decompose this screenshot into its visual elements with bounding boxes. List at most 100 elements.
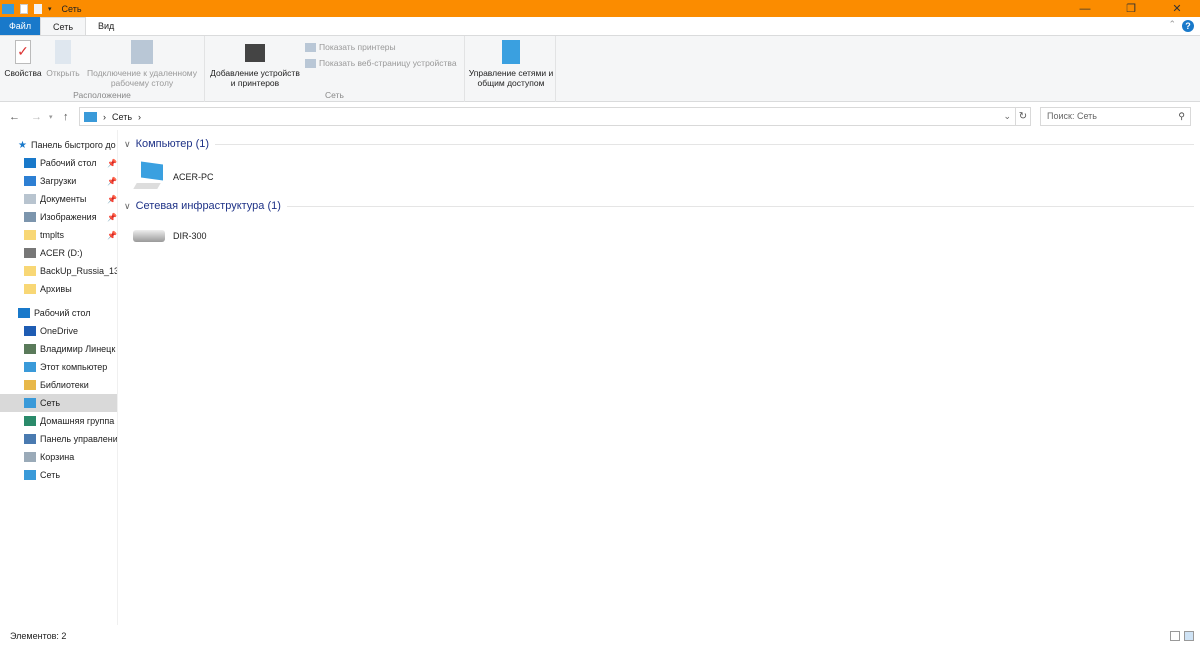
large-icons-view-button[interactable]: [1184, 631, 1194, 641]
remote-desktop-icon: [131, 40, 153, 64]
title-bar: ▾ Сеть — ❐ ✕: [0, 0, 1200, 17]
status-bar: Элементов: 2: [0, 627, 1200, 645]
group-location: ✓ Свойства Открыть Подключение к удаленн…: [0, 36, 205, 102]
collapse-ribbon-icon[interactable]: ⌃: [1168, 19, 1176, 30]
folder-icon: [24, 380, 36, 390]
chevron-down-icon: ∨: [124, 200, 131, 211]
desktop-icon: [18, 308, 30, 318]
window-title: Сеть: [61, 3, 82, 14]
show-device-webpage-button[interactable]: Показать веб-страницу устройства: [305, 58, 457, 68]
nav-item-label: Рабочий стол: [40, 158, 97, 168]
nav-item-label: ACER (D:): [40, 248, 83, 258]
nav-item-label: Архивы: [40, 284, 72, 294]
tab-file[interactable]: Файл: [0, 17, 40, 35]
tab-network[interactable]: Сеть: [40, 17, 87, 35]
forward-button[interactable]: →: [31, 111, 42, 123]
tab-view[interactable]: Вид: [86, 17, 126, 35]
address-bar[interactable]: › Сеть › ⌄: [79, 107, 1016, 126]
folder-icon: [24, 362, 36, 372]
group-network: Добавление устройств и принтеров Показат…: [205, 36, 465, 102]
ribbon-tabs: Файл Сеть Вид ⌃ ?: [0, 17, 1200, 35]
remote-desktop-button[interactable]: Подключение к удаленному рабочему столу: [84, 40, 200, 88]
group-header-computer[interactable]: ∨ Компьютер (1): [124, 138, 1194, 150]
nav-quick-access[interactable]: ★ Панель быстрого до: [0, 136, 117, 154]
nav-item-label: Панель управлени: [40, 434, 118, 444]
recent-locations-button[interactable]: ▾: [49, 113, 53, 121]
breadcrumb-network[interactable]: Сеть: [112, 112, 132, 122]
customize-quick-access-icon[interactable]: ▾: [48, 5, 52, 13]
up-button[interactable]: ↑: [63, 111, 69, 123]
nav-item[interactable]: Владимир Линецк: [0, 340, 117, 358]
folder-icon: [24, 452, 36, 462]
group-header-network-infrastructure[interactable]: ∨ Сетевая инфраструктура (1): [124, 200, 1194, 212]
nav-desktop[interactable]: Рабочий стол: [0, 304, 117, 322]
maximize-button[interactable]: ❐: [1108, 0, 1154, 17]
pin-icon[interactable]: 📌: [107, 159, 117, 168]
nav-item[interactable]: Рабочий стол 📌: [0, 154, 117, 172]
properties-button[interactable]: ✓ Свойства: [4, 40, 42, 78]
folder-icon: [24, 416, 36, 426]
nav-item-label: Документы: [40, 194, 87, 204]
nav-item-label: Корзина: [40, 452, 75, 462]
nav-item-label: Сеть: [40, 398, 61, 408]
nav-item[interactable]: Архивы: [0, 280, 117, 298]
nav-item[interactable]: Этот компьютер: [0, 358, 117, 376]
pin-icon[interactable]: 📌: [107, 195, 117, 204]
file-list: ∨ Компьютер (1) ACER-PC ∨ Сетевая инфрас…: [119, 130, 1200, 625]
nav-item[interactable]: OneDrive: [0, 322, 117, 340]
nav-item-label: BackUp_Russia_130: [40, 266, 118, 276]
nav-item[interactable]: tmplts 📌: [0, 226, 117, 244]
nav-item[interactable]: Панель управлени: [0, 430, 117, 448]
printers-icon: [305, 42, 316, 52]
folder-icon: [24, 326, 36, 336]
nav-item-label: Сеть: [40, 470, 61, 480]
nav-item[interactable]: Документы 📌: [0, 190, 117, 208]
nav-item[interactable]: Сеть: [0, 466, 117, 484]
folder-icon: [24, 158, 36, 168]
nav-item[interactable]: Библиотеки: [0, 376, 117, 394]
nav-item-label: Библиотеки: [40, 380, 89, 390]
router-icon: [133, 230, 165, 242]
network-icon: [84, 111, 97, 122]
list-item[interactable]: ACER-PC: [133, 161, 214, 191]
nav-item-label: Владимир Линецк: [40, 344, 116, 354]
new-folder-quick-icon[interactable]: [34, 3, 42, 14]
folder-icon: [24, 434, 36, 444]
search-input[interactable]: Поиск: Сеть ⚲: [1040, 107, 1191, 126]
folder-icon: [24, 470, 36, 480]
properties-quick-icon[interactable]: [20, 3, 28, 14]
ribbon: ✓ Свойства Открыть Подключение к удаленн…: [0, 35, 1200, 102]
close-button[interactable]: ✕: [1154, 0, 1200, 17]
details-view-button[interactable]: [1170, 631, 1180, 641]
webpage-icon: [305, 58, 316, 68]
pin-icon[interactable]: 📌: [107, 213, 117, 222]
nav-item[interactable]: ACER (D:): [0, 244, 117, 262]
folder-icon: [24, 266, 36, 276]
network-sharing-center-button[interactable]: Управление сетями и общим доступом: [467, 40, 555, 88]
nav-item[interactable]: Сеть: [0, 394, 117, 412]
nav-item[interactable]: Домашняя группа: [0, 412, 117, 430]
minimize-button[interactable]: —: [1062, 0, 1108, 17]
help-icon[interactable]: ?: [1182, 20, 1194, 32]
address-dropdown-icon[interactable]: ⌄: [1003, 111, 1011, 122]
nav-item[interactable]: Корзина: [0, 448, 117, 466]
nav-item-label: OneDrive: [40, 326, 79, 336]
printer-icon: [245, 44, 265, 62]
open-button[interactable]: Открыть: [44, 40, 82, 78]
back-button[interactable]: ←: [9, 111, 20, 123]
nav-item[interactable]: Изображения 📌: [0, 208, 117, 226]
refresh-button[interactable]: ↻: [1015, 107, 1031, 126]
nav-item-label: Изображения: [40, 212, 97, 222]
properties-icon: ✓: [15, 40, 31, 64]
folder-icon: [24, 248, 36, 258]
nav-item[interactable]: BackUp_Russia_130: [0, 262, 117, 280]
list-item[interactable]: DIR-300: [133, 230, 207, 242]
address-row: ← → ▾ ↑ › Сеть › ⌄ ↻ Поиск: Сеть ⚲: [0, 107, 1200, 127]
folder-icon: [24, 344, 36, 354]
pin-icon[interactable]: 📌: [107, 231, 117, 240]
add-devices-button[interactable]: Добавление устройств и принтеров: [208, 40, 302, 88]
pin-icon[interactable]: 📌: [107, 177, 117, 186]
folder-icon: [24, 398, 36, 408]
nav-item[interactable]: Загрузки 📌: [0, 172, 117, 190]
show-printers-button[interactable]: Показать принтеры: [305, 42, 396, 52]
